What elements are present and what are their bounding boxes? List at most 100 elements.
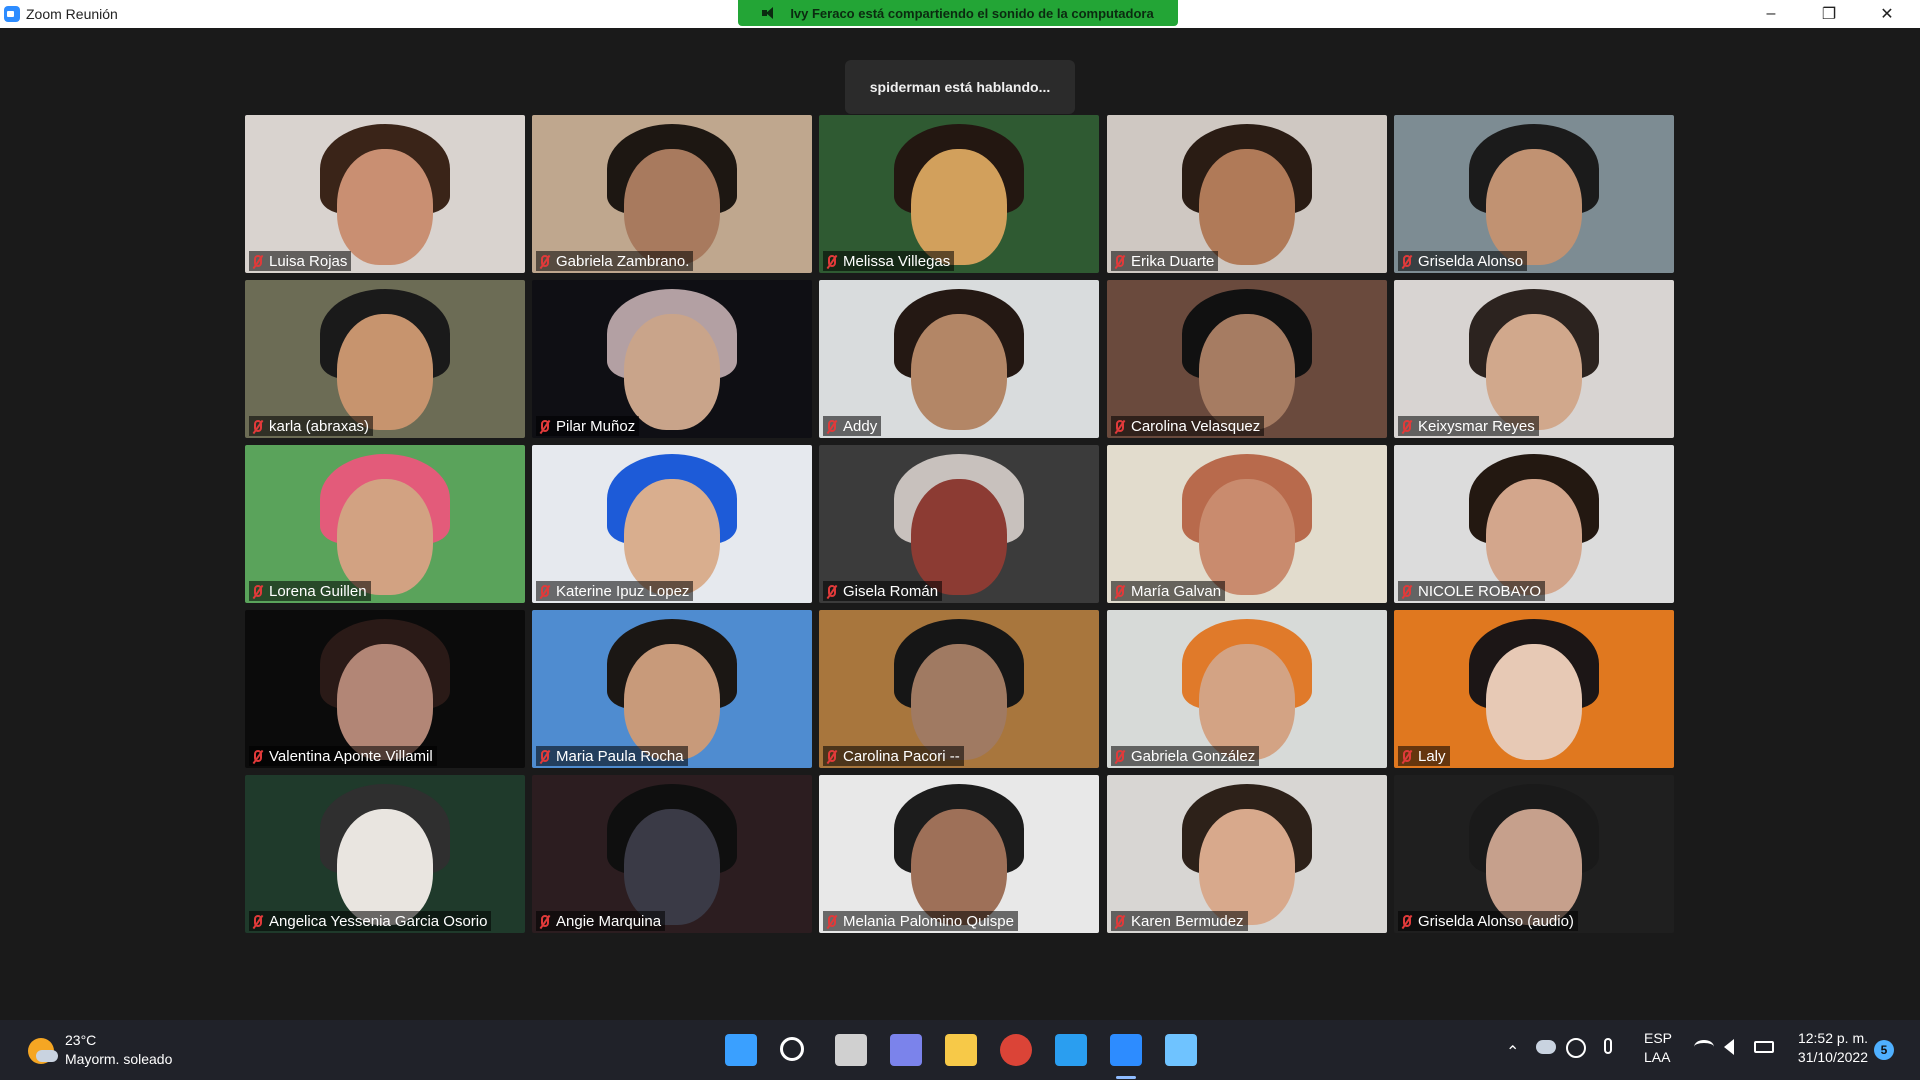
volume-icon[interactable] — [1724, 1039, 1734, 1055]
participant-name: Gisela Román — [843, 582, 939, 600]
participant-tile[interactable]: Angie Marquina — [532, 775, 812, 933]
participant-tile[interactable]: Laly — [1394, 610, 1674, 768]
participant-tile[interactable]: Carolina Velasquez — [1107, 280, 1387, 438]
task-view-icon[interactable] — [835, 1034, 867, 1066]
participant-tile[interactable]: Gabriela Zambrano. — [532, 115, 812, 273]
participant-name: Carolina Pacori -- — [843, 747, 960, 765]
participant-name: Karen Bermudez — [1131, 912, 1244, 930]
participant-tile[interactable]: Karen Bermudez — [1107, 775, 1387, 933]
participant-tile[interactable]: Valentina Aponte Villamil — [245, 610, 525, 768]
muted-mic-icon — [254, 750, 262, 762]
participant-face — [1486, 643, 1582, 760]
muted-mic-icon — [828, 915, 836, 927]
participant-face — [1486, 808, 1582, 925]
participant-name: Luisa Rojas — [269, 252, 348, 270]
participant-tile[interactable]: Lorena Guillen — [245, 445, 525, 603]
participant-name: Griselda Alonso (audio) — [1418, 912, 1574, 930]
participant-tile[interactable]: Griselda Alonso — [1394, 115, 1674, 273]
participant-face — [1486, 478, 1582, 595]
muted-mic-icon — [1116, 585, 1124, 597]
chrome-icon[interactable] — [1000, 1034, 1032, 1066]
weather-temperature[interactable]: 23°C — [65, 1032, 96, 1048]
participant-name: Melania Palomino Quispe — [843, 912, 1014, 930]
participant-name: Gabriela González — [1131, 747, 1256, 765]
participant-name-label: Keixysmar Reyes — [1398, 416, 1539, 436]
participant-face — [624, 478, 720, 595]
participant-tile[interactable]: Carolina Pacori -- — [819, 610, 1099, 768]
participant-name-label: Laly — [1398, 746, 1450, 766]
participant-name: Valentina Aponte Villamil — [269, 747, 433, 765]
participant-tile[interactable]: Pilar Muñoz — [532, 280, 812, 438]
weather-description[interactable]: Mayorm. soleado — [65, 1051, 172, 1067]
participant-face — [1199, 478, 1295, 595]
clock-time[interactable]: 12:52 p. m. — [1796, 1030, 1868, 1046]
muted-mic-icon — [1403, 585, 1411, 597]
muted-mic-icon — [1116, 255, 1124, 267]
participant-face — [624, 808, 720, 925]
participant-tile[interactable]: Gabriela González — [1107, 610, 1387, 768]
participant-face — [1199, 643, 1295, 760]
sync-icon[interactable] — [1566, 1038, 1586, 1058]
participant-tile[interactable]: Melissa Villegas — [819, 115, 1099, 273]
muted-mic-icon — [828, 420, 836, 432]
participant-name: Addy — [843, 417, 878, 435]
muted-mic-icon — [254, 255, 262, 267]
participant-tile[interactable]: Addy — [819, 280, 1099, 438]
participant-name: Pilar Muñoz — [556, 417, 636, 435]
muted-mic-icon — [828, 255, 836, 267]
close-button[interactable]: ✕ — [1858, 0, 1916, 28]
participant-tile[interactable]: Gisela Román — [819, 445, 1099, 603]
muted-mic-icon — [254, 585, 262, 597]
vscode-icon[interactable] — [1055, 1034, 1087, 1066]
participant-name-label: Carolina Velasquez — [1111, 416, 1265, 436]
clock-date[interactable]: 31/10/2022 — [1792, 1049, 1868, 1065]
participant-name: Laly — [1418, 747, 1446, 765]
participant-tile[interactable]: Griselda Alonso (audio) — [1394, 775, 1674, 933]
participant-name: Maria Paula Rocha — [556, 747, 684, 765]
participant-face — [1486, 313, 1582, 430]
paint-icon[interactable] — [1165, 1034, 1197, 1066]
teams-chat-icon[interactable] — [890, 1034, 922, 1066]
participant-tile[interactable]: Melania Palomino Quispe — [819, 775, 1099, 933]
participant-tile[interactable]: Angelica Yessenia Garcia Osorio — [245, 775, 525, 933]
participant-name-label: Griselda Alonso (audio) — [1398, 911, 1578, 931]
participant-tile[interactable]: Luisa Rojas — [245, 115, 525, 273]
participant-name-label: Griselda Alonso — [1398, 251, 1528, 271]
language-code[interactable]: ESP — [1644, 1030, 1672, 1046]
participant-tile[interactable]: Keixysmar Reyes — [1394, 280, 1674, 438]
notification-badge[interactable]: 5 — [1874, 1040, 1894, 1060]
minimize-button[interactable]: – — [1742, 0, 1800, 28]
onedrive-icon[interactable] — [1536, 1040, 1556, 1054]
participant-tile[interactable]: María Galvan — [1107, 445, 1387, 603]
participant-face — [1199, 148, 1295, 265]
active-speaker-indicator: spiderman está hablando... — [845, 60, 1075, 114]
keyboard-layout[interactable]: LAA — [1644, 1049, 1670, 1065]
search-icon[interactable] — [780, 1037, 804, 1061]
participant-name: Erika Duarte — [1131, 252, 1215, 270]
participant-name: Lorena Guillen — [269, 582, 367, 600]
zoom-icon[interactable] — [1110, 1034, 1142, 1066]
participant-face — [911, 808, 1007, 925]
wifi-icon[interactable] — [1694, 1040, 1714, 1054]
participant-face — [1486, 148, 1582, 265]
sound-share-banner[interactable]: Ivy Feraco está compartiendo el sonido d… — [738, 0, 1178, 26]
windows-start-icon[interactable] — [725, 1034, 757, 1066]
participant-tile[interactable]: NICOLE ROBAYO — [1394, 445, 1674, 603]
chevron-up-icon[interactable]: ⌃ — [1506, 1042, 1519, 1062]
participant-face — [337, 148, 433, 265]
file-explorer-icon[interactable] — [945, 1034, 977, 1066]
participant-tile[interactable]: Maria Paula Rocha — [532, 610, 812, 768]
microphone-icon[interactable] — [1604, 1038, 1612, 1054]
meeting-area: spiderman está hablando... Luisa Rojas Ga… — [0, 28, 1920, 1020]
restore-button[interactable]: ❐ — [1800, 0, 1858, 28]
sound-share-text: Ivy Feraco está compartiendo el sonido d… — [790, 5, 1154, 21]
muted-mic-icon — [828, 585, 836, 597]
weather-icon[interactable] — [28, 1038, 58, 1064]
participant-name: Angelica Yessenia Garcia Osorio — [269, 912, 488, 930]
participant-tile[interactable]: Katerine Ipuz Lopez — [532, 445, 812, 603]
participant-name-label: María Galvan — [1111, 581, 1226, 601]
participant-tile[interactable]: Erika Duarte — [1107, 115, 1387, 273]
battery-icon[interactable] — [1754, 1041, 1774, 1053]
participant-tile[interactable]: karla (abraxas) — [245, 280, 525, 438]
participant-face — [1199, 808, 1295, 925]
